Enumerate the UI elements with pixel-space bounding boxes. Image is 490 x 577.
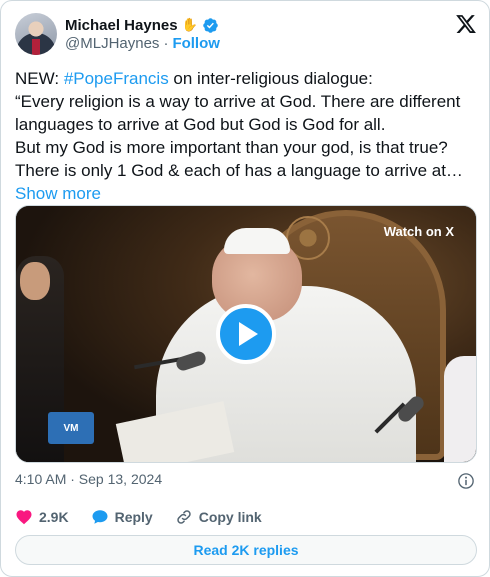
- hashtag-link[interactable]: #PopeFrancis: [64, 69, 169, 88]
- x-logo-icon[interactable]: [455, 13, 477, 35]
- play-icon: [239, 322, 258, 346]
- author-name-row: Michael Haynes ✋: [65, 15, 219, 35]
- watch-on-x-label[interactable]: Watch on X: [384, 224, 454, 239]
- video-zucchetto: [224, 228, 290, 254]
- verified-badge-icon: [202, 17, 218, 33]
- like-button[interactable]: 2.9K: [15, 508, 69, 526]
- info-icon[interactable]: [457, 472, 475, 490]
- tweet-prefix: NEW:: [15, 69, 64, 88]
- video-player[interactable]: VM Watch on X: [15, 205, 477, 463]
- link-icon: [176, 510, 191, 524]
- video-right-figure: [444, 356, 476, 462]
- reply-button[interactable]: Reply: [91, 508, 153, 526]
- author-handle-row: @MLJHaynes · Follow: [65, 35, 220, 52]
- play-button[interactable]: [216, 304, 276, 364]
- timestamp-row: 4:10 AM · Sep 13, 2024: [15, 471, 477, 491]
- tweet-card: Michael Haynes ✋ @MLJHaynes · Follow NEW…: [0, 0, 490, 577]
- tweet-header: Michael Haynes ✋ @MLJHaynes · Follow: [15, 13, 477, 55]
- show-more-link[interactable]: Show more: [15, 184, 101, 203]
- like-count: 2.9K: [39, 509, 69, 525]
- follow-button[interactable]: Follow: [172, 35, 220, 52]
- author-display-name[interactable]: Michael Haynes: [65, 17, 178, 34]
- avatar[interactable]: [15, 13, 57, 55]
- copy-link-label: Copy link: [198, 509, 262, 525]
- handle-separator: ·: [163, 35, 169, 52]
- tweet-timestamp[interactable]: 4:10 AM · Sep 13, 2024: [15, 471, 162, 487]
- hand-badge-icon: ✋: [181, 17, 198, 32]
- video-left-person-head: [20, 262, 50, 300]
- author-handle[interactable]: @MLJHaynes: [65, 35, 159, 52]
- reply-bubble-icon: [92, 510, 108, 524]
- heart-icon: [16, 510, 32, 525]
- reply-label: Reply: [114, 509, 153, 525]
- action-bar: 2.9K Reply Copy link: [15, 507, 477, 527]
- copy-link-button[interactable]: Copy link: [175, 508, 262, 526]
- vatican-media-logo-icon: VM: [48, 412, 94, 444]
- read-replies-button[interactable]: Read 2K replies: [15, 535, 477, 565]
- tweet-text: NEW: #PopeFrancis on inter-religious dia…: [15, 67, 477, 205]
